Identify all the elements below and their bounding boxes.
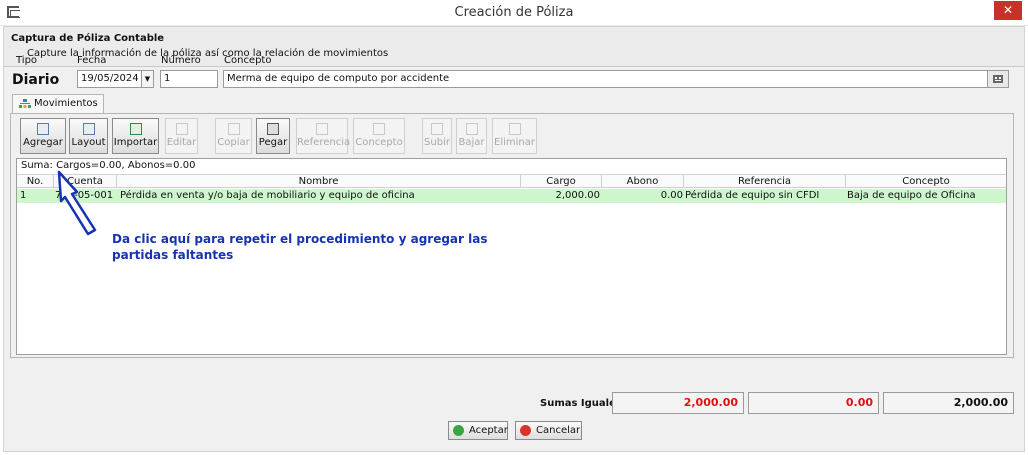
lookup-button[interactable] [987, 70, 1009, 88]
importar-button[interactable]: Importar [112, 118, 159, 154]
cancel-icon [520, 425, 531, 436]
arrow-up-icon [431, 123, 443, 135]
aceptar-button[interactable]: Aceptar [448, 421, 508, 440]
cell-referencia: Pérdida de equipo sin CFDI [685, 190, 820, 201]
cell-cargo: 2,000.00 [555, 190, 600, 201]
total-diferencia-box: 2,000.00 [883, 392, 1014, 414]
fecha-field[interactable]: 19/05/2024 [77, 70, 142, 88]
grid-header: No. Cuenta Nombre Cargo Abono Referencia… [17, 174, 1006, 188]
editar-button[interactable]: Editar [165, 118, 198, 154]
tab-movimientos-label: Movimientos [34, 98, 98, 109]
agregar-label: Agregar [23, 137, 63, 148]
col-cargo[interactable]: Cargo [521, 175, 602, 188]
col-abono[interactable]: Abono [602, 175, 684, 188]
cell-nombre: Pérdida en venta y/o baja de mobiliario … [120, 190, 415, 201]
close-button[interactable]: ✕ [994, 1, 1022, 20]
header-title: Captura de Póliza Contable [11, 33, 165, 44]
fecha-label: Fecha [77, 55, 107, 66]
tab-movimientos[interactable]: Movimientos [12, 94, 104, 114]
title-bar: Creación de Póliza ✕ [0, 0, 1028, 26]
calculator-icon [993, 75, 1003, 83]
importar-label: Importar [113, 137, 158, 148]
concept-icon [373, 123, 385, 135]
col-concepto[interactable]: Concepto [846, 175, 1006, 188]
referencia-label: Referencia [297, 137, 351, 148]
callout-line-2: partidas faltantes [112, 248, 234, 262]
numero-field[interactable]: 1 [160, 70, 218, 88]
tree-icon [19, 99, 31, 108]
editar-label: Editar [166, 137, 197, 148]
delete-icon [508, 123, 521, 135]
arrow-down-icon [465, 123, 478, 135]
bajar-button[interactable]: Bajar [456, 118, 487, 154]
bajar-label: Bajar [458, 137, 485, 148]
callout-line-1: Da clic aquí para repetir el procedimien… [112, 232, 488, 246]
pegar-label: Pegar [258, 137, 288, 148]
concepto-btn-label: Concepto [355, 137, 403, 148]
cell-no: 1 [20, 190, 27, 201]
window-title: Creación de Póliza [454, 5, 574, 20]
tipo-label: Tipo [16, 55, 38, 66]
cancelar-label: Cancelar [536, 425, 581, 436]
subir-button[interactable]: Subir [422, 118, 452, 154]
reference-icon [316, 123, 328, 135]
total-cargo-box: 2,000.00 [612, 392, 744, 414]
col-nombre[interactable]: Nombre [117, 175, 521, 188]
col-no[interactable]: No. [17, 175, 54, 188]
table-row[interactable]: 1 703-05-001 Pérdida en venta y/o baja d… [17, 189, 1006, 203]
check-icon [453, 425, 464, 436]
agregar-button[interactable]: Agregar [20, 118, 66, 154]
date-dropdown-button[interactable]: ▼ [141, 70, 154, 88]
cell-abono: 0.00 [660, 190, 683, 201]
cell-concepto: Baja de equipo de Oficina [847, 190, 976, 201]
layout-button[interactable]: Layout [69, 118, 108, 154]
paste-icon [267, 123, 279, 135]
pegar-button[interactable]: Pegar [256, 118, 290, 154]
edit-icon [175, 123, 188, 135]
instruction-callout: Da clic aquí para repetir el procedimien… [112, 231, 487, 263]
copiar-label: Copiar [217, 137, 250, 148]
col-referencia[interactable]: Referencia [684, 175, 846, 188]
copiar-button[interactable]: Copiar [215, 118, 252, 154]
eliminar-button[interactable]: Eliminar [492, 118, 537, 154]
concepto-label: Concepto [224, 55, 272, 66]
layout-icon [82, 123, 95, 135]
header-band: Captura de Póliza Contable Capture la in… [4, 27, 1024, 67]
total-abono-box: 0.00 [748, 392, 879, 414]
numero-label: Número [161, 55, 201, 66]
referencia-button[interactable]: Referencia [296, 118, 351, 154]
cancelar-button[interactable]: Cancelar [515, 421, 582, 440]
concepto-button[interactable]: Concepto [353, 118, 405, 154]
subir-label: Subir [424, 137, 450, 148]
add-icon [37, 123, 49, 135]
tipo-value: Diario [12, 72, 60, 88]
copy-icon [227, 123, 240, 135]
layout-label: Layout [71, 137, 106, 148]
excel-import-icon [129, 123, 142, 135]
aceptar-label: Aceptar [469, 425, 508, 436]
pointer-arrow-icon [57, 170, 97, 236]
concepto-field[interactable]: Merma de equipo de computo por accidente [223, 70, 989, 88]
eliminar-label: Eliminar [494, 137, 535, 148]
